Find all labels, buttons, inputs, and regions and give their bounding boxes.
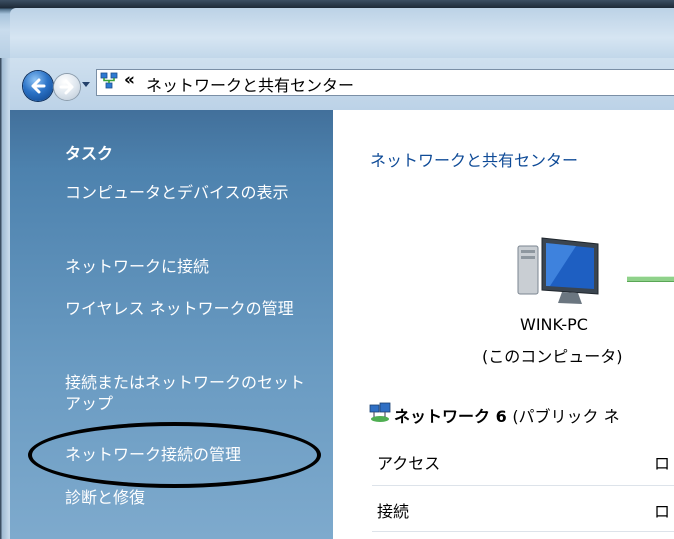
sidebar-item-manage-network-connections[interactable]: ネットワーク接続の管理	[65, 444, 315, 465]
access-value: ロ	[654, 454, 671, 473]
sidebar-item-view-computers-devices[interactable]: コンピュータとデバイスの表示	[65, 182, 315, 203]
sidebar-item-connect-to-network[interactable]: ネットワークに接続	[65, 256, 315, 277]
connection-value: ロ	[654, 502, 671, 521]
connection-label: 接続	[377, 502, 410, 521]
network-center-icon	[100, 72, 118, 89]
back-button[interactable]	[23, 71, 53, 101]
back-arrow-icon	[31, 78, 46, 94]
row-divider	[372, 531, 674, 532]
task-pane	[10, 110, 333, 539]
address-path[interactable]: ネットワークと共有センター	[146, 72, 354, 96]
page-title: ネットワークと共有センター	[370, 151, 579, 170]
access-label: アクセス	[377, 454, 441, 473]
computer-name: WINK-PC	[520, 315, 588, 334]
task-pane-heading: タスク	[65, 144, 114, 163]
window-frame-top	[0, 0, 674, 58]
computer-icon[interactable]	[516, 236, 602, 308]
computer-caption: (このコンピュータ)	[482, 347, 623, 366]
network-number: 6	[495, 407, 507, 426]
network-name: ネットワーク	[394, 407, 491, 426]
forward-button[interactable]	[54, 74, 80, 100]
recent-pages-dropdown[interactable]	[82, 82, 90, 87]
sidebar-item-setup-connection[interactable]: 接続またはネットワークのセットアップ	[65, 372, 315, 414]
explorer-window: « ネットワークと共有センター タスク コンピュータとデバイスの表示 ネットワー…	[0, 0, 674, 539]
network-section-title: ネットワーク 6 (パブリック ネ	[394, 403, 620, 427]
window-frame-left	[0, 58, 10, 539]
network-type: (パブリック ネ	[512, 407, 620, 426]
sidebar-item-manage-wireless-networks[interactable]: ワイヤレス ネットワークの管理	[65, 298, 315, 319]
network-connection-line	[627, 276, 674, 282]
forward-arrow-icon	[59, 79, 74, 95]
address-chevron[interactable]: «	[124, 70, 135, 90]
row-divider	[372, 485, 674, 486]
network-icon	[369, 402, 391, 422]
sidebar-item-diagnose-repair[interactable]: 診断と修復	[65, 487, 315, 508]
main-content	[333, 110, 674, 539]
